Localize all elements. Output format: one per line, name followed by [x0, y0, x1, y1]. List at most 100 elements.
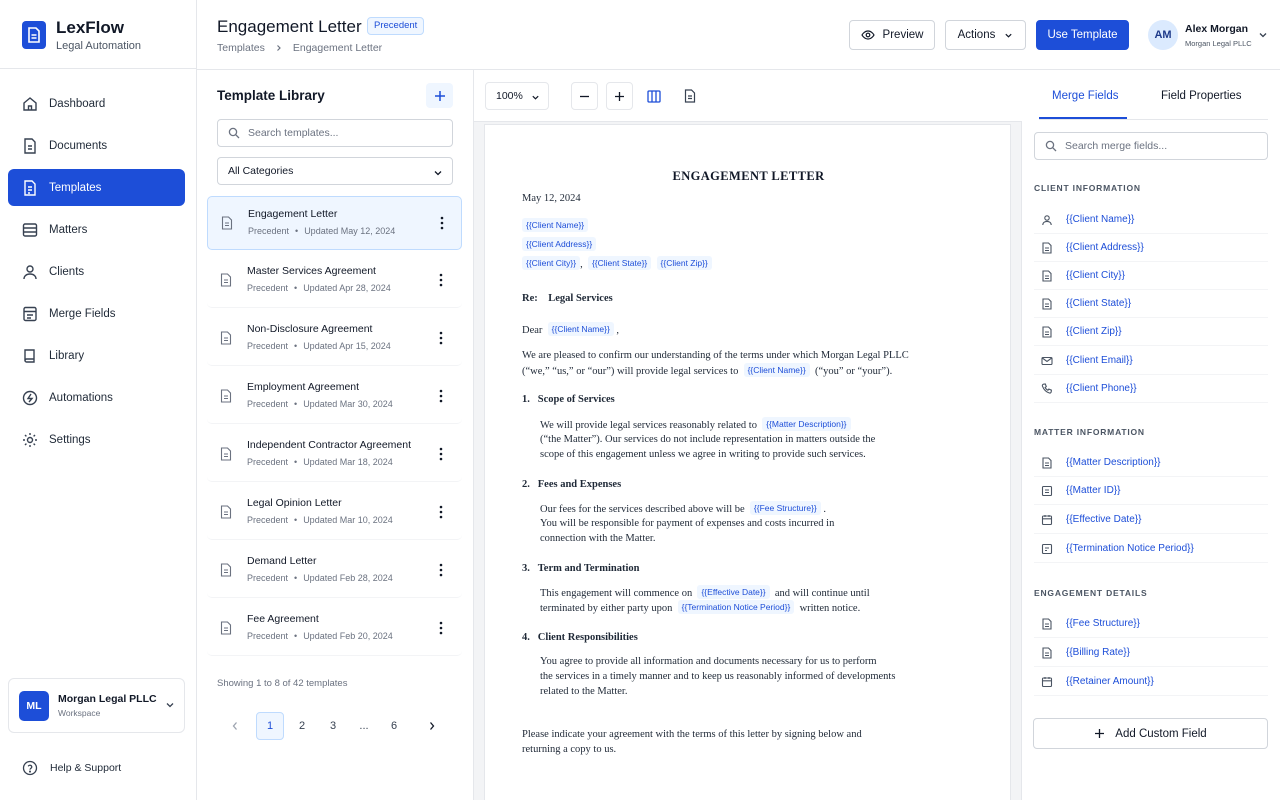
- actions-button[interactable]: Actions: [945, 20, 1026, 50]
- workspace-avatar: ML: [19, 690, 49, 721]
- merge-token[interactable]: {{Client City}}: [522, 256, 581, 270]
- page-button-3[interactable]: 3: [319, 712, 347, 740]
- more-options-icon[interactable]: [439, 447, 443, 461]
- prev-page-button[interactable]: [221, 712, 249, 740]
- sidebar-item-automations[interactable]: Automations: [8, 379, 185, 416]
- list-item[interactable]: Fee Agreement Precedent • Updated Feb 20, …: [207, 602, 462, 656]
- chevron-left-icon: [231, 721, 239, 731]
- category-select[interactable]: All Categories: [217, 157, 453, 185]
- merge-token[interactable]: {{Client Name}}: [522, 218, 589, 232]
- sidebar-item-templates[interactable]: Templates: [8, 169, 185, 206]
- zoom-value: 100%: [496, 90, 523, 102]
- more-options-icon[interactable]: [439, 273, 443, 287]
- merge-field-item[interactable]: {{Client City}}: [1034, 262, 1268, 290]
- breadcrumb-templates[interactable]: Templates: [217, 42, 265, 54]
- template-search[interactable]: [217, 119, 453, 147]
- merge-token[interactable]: {{Client Zip}}: [656, 256, 712, 270]
- merge-field-item[interactable]: {{Client Zip}}: [1034, 318, 1268, 346]
- merge-field-item[interactable]: {{Client Email}}: [1034, 347, 1268, 375]
- workspace-switcher[interactable]: ML Morgan Legal PLLC Workspace: [8, 678, 185, 733]
- merge-token[interactable]: {{Client State}}: [587, 256, 652, 270]
- avatar[interactable]: AM: [1148, 20, 1178, 50]
- gear-icon: [21, 431, 39, 449]
- sidebar-item-merge-fields[interactable]: Merge Fields: [8, 295, 185, 332]
- list-item[interactable]: Legal Opinion Letter Precedent • Updated M…: [207, 486, 462, 540]
- merge-token[interactable]: {{Client Name}}: [743, 363, 810, 377]
- merge-field-item[interactable]: {{Billing Rate}}: [1034, 639, 1268, 667]
- paragraph-line: Our fees for the services described abov…: [540, 501, 827, 515]
- chevron-down-icon[interactable]: [1258, 30, 1268, 40]
- merge-field-label: {{Effective Date}}: [1066, 514, 1142, 525]
- use-template-button[interactable]: Use Template: [1036, 20, 1129, 50]
- document-icon: [220, 447, 232, 461]
- merge-field-item[interactable]: {{Fee Structure}}: [1034, 610, 1268, 638]
- merge-field-search[interactable]: [1034, 132, 1268, 160]
- zoom-out-button[interactable]: [571, 82, 598, 110]
- merge-field-item[interactable]: {{Client Name}}: [1034, 206, 1268, 234]
- more-options-icon[interactable]: [439, 389, 443, 403]
- divider: [0, 68, 196, 69]
- brand[interactable]: LexFlow Legal Automation: [22, 17, 141, 53]
- breadcrumb-current: Engagement Letter: [292, 42, 383, 54]
- sidebar-item-documents[interactable]: Documents: [8, 127, 185, 164]
- merge-field-item[interactable]: {{Client Phone}}: [1034, 375, 1268, 403]
- merge-token[interactable]: {{Matter Description}}: [762, 417, 851, 431]
- more-options-icon[interactable]: [439, 563, 443, 577]
- add-template-button[interactable]: [426, 83, 453, 108]
- chevron-down-icon: [165, 700, 175, 710]
- active-tab-indicator: [1039, 117, 1127, 119]
- columns-view-button[interactable]: [640, 82, 667, 110]
- paragraph-line: (“we,” “us,” or “our”) will provide lega…: [522, 363, 893, 377]
- merge-field-item[interactable]: {{Effective Date}}: [1034, 506, 1268, 534]
- list-item[interactable]: Master Services Agreement Precedent • Upda…: [207, 254, 462, 308]
- page-button-1[interactable]: 1: [256, 712, 284, 740]
- list-item[interactable]: Non-Disclosure Agreement Precedent • Updat…: [207, 312, 462, 366]
- list-item[interactable]: Engagement Letter Precedent • Updated May …: [207, 196, 462, 250]
- merge-field-item[interactable]: {{Matter ID}}: [1034, 477, 1268, 505]
- sidebar-item-settings[interactable]: Settings: [8, 421, 185, 458]
- merge-field-item[interactable]: {{Client State}}: [1034, 290, 1268, 318]
- tab-merge-fields[interactable]: Merge Fields: [1052, 90, 1118, 102]
- list-item[interactable]: Employment Agreement Precedent • Updated M…: [207, 370, 462, 424]
- more-options-icon[interactable]: [439, 621, 443, 635]
- document-icon: [220, 563, 232, 577]
- document-title: ENGAGEMENT LETTER: [672, 169, 825, 183]
- merge-token[interactable]: {{Client Address}}: [522, 237, 597, 251]
- sidebar-item-library[interactable]: Library: [8, 337, 185, 374]
- tab-field-properties[interactable]: Field Properties: [1161, 90, 1242, 102]
- more-options-icon[interactable]: [439, 331, 443, 345]
- document-icon: [21, 137, 39, 155]
- merge-token[interactable]: {{Client Name}}: [547, 322, 614, 336]
- sidebar-item-dashboard[interactable]: Dashboard: [8, 85, 185, 122]
- preview-button[interactable]: Preview: [849, 20, 935, 50]
- merge-field-item[interactable]: {{Matter Description}}: [1034, 449, 1268, 477]
- merge-field-item[interactable]: {{Retainer Amount}}: [1034, 668, 1268, 696]
- search-input[interactable]: [248, 127, 428, 139]
- page-button-2[interactable]: 2: [288, 712, 316, 740]
- zoom-in-button[interactable]: [606, 82, 633, 110]
- zoom-select[interactable]: 100%: [485, 82, 549, 110]
- divider: [1039, 119, 1268, 120]
- more-options-icon[interactable]: [439, 505, 443, 519]
- list-item[interactable]: Demand Letter Precedent • Updated Feb 28, …: [207, 544, 462, 598]
- merge-token[interactable]: {{Fee Structure}}: [749, 501, 821, 515]
- template-name: Independent Contractor Agreement: [247, 439, 412, 451]
- help-support-link[interactable]: Help & Support: [22, 760, 121, 776]
- search-input[interactable]: [1065, 140, 1245, 152]
- page-ellipsis: ...: [359, 720, 369, 732]
- more-options-icon[interactable]: [440, 216, 444, 230]
- page-button-6[interactable]: 6: [380, 712, 408, 740]
- merge-field-item[interactable]: {{Termination Notice Period}}: [1034, 535, 1268, 563]
- group-heading: MATTER INFORMATION: [1034, 427, 1145, 437]
- document-icon: [220, 505, 232, 519]
- sidebar-item-clients[interactable]: Clients: [8, 253, 185, 290]
- next-page-button[interactable]: [418, 712, 446, 740]
- merge-field-item[interactable]: {{Client Address}}: [1034, 234, 1268, 262]
- list-item[interactable]: Independent Contractor Agreement Precede…: [207, 428, 462, 482]
- section-heading: 3. Term and Termination: [522, 563, 640, 574]
- add-custom-field-button[interactable]: Add Custom Field: [1033, 718, 1268, 749]
- merge-token[interactable]: {{Effective Date}}: [697, 585, 770, 599]
- sidebar-item-matters[interactable]: Matters: [8, 211, 185, 248]
- page-view-button[interactable]: [676, 82, 703, 110]
- merge-token[interactable]: {{Termination Notice Period}}: [677, 600, 795, 614]
